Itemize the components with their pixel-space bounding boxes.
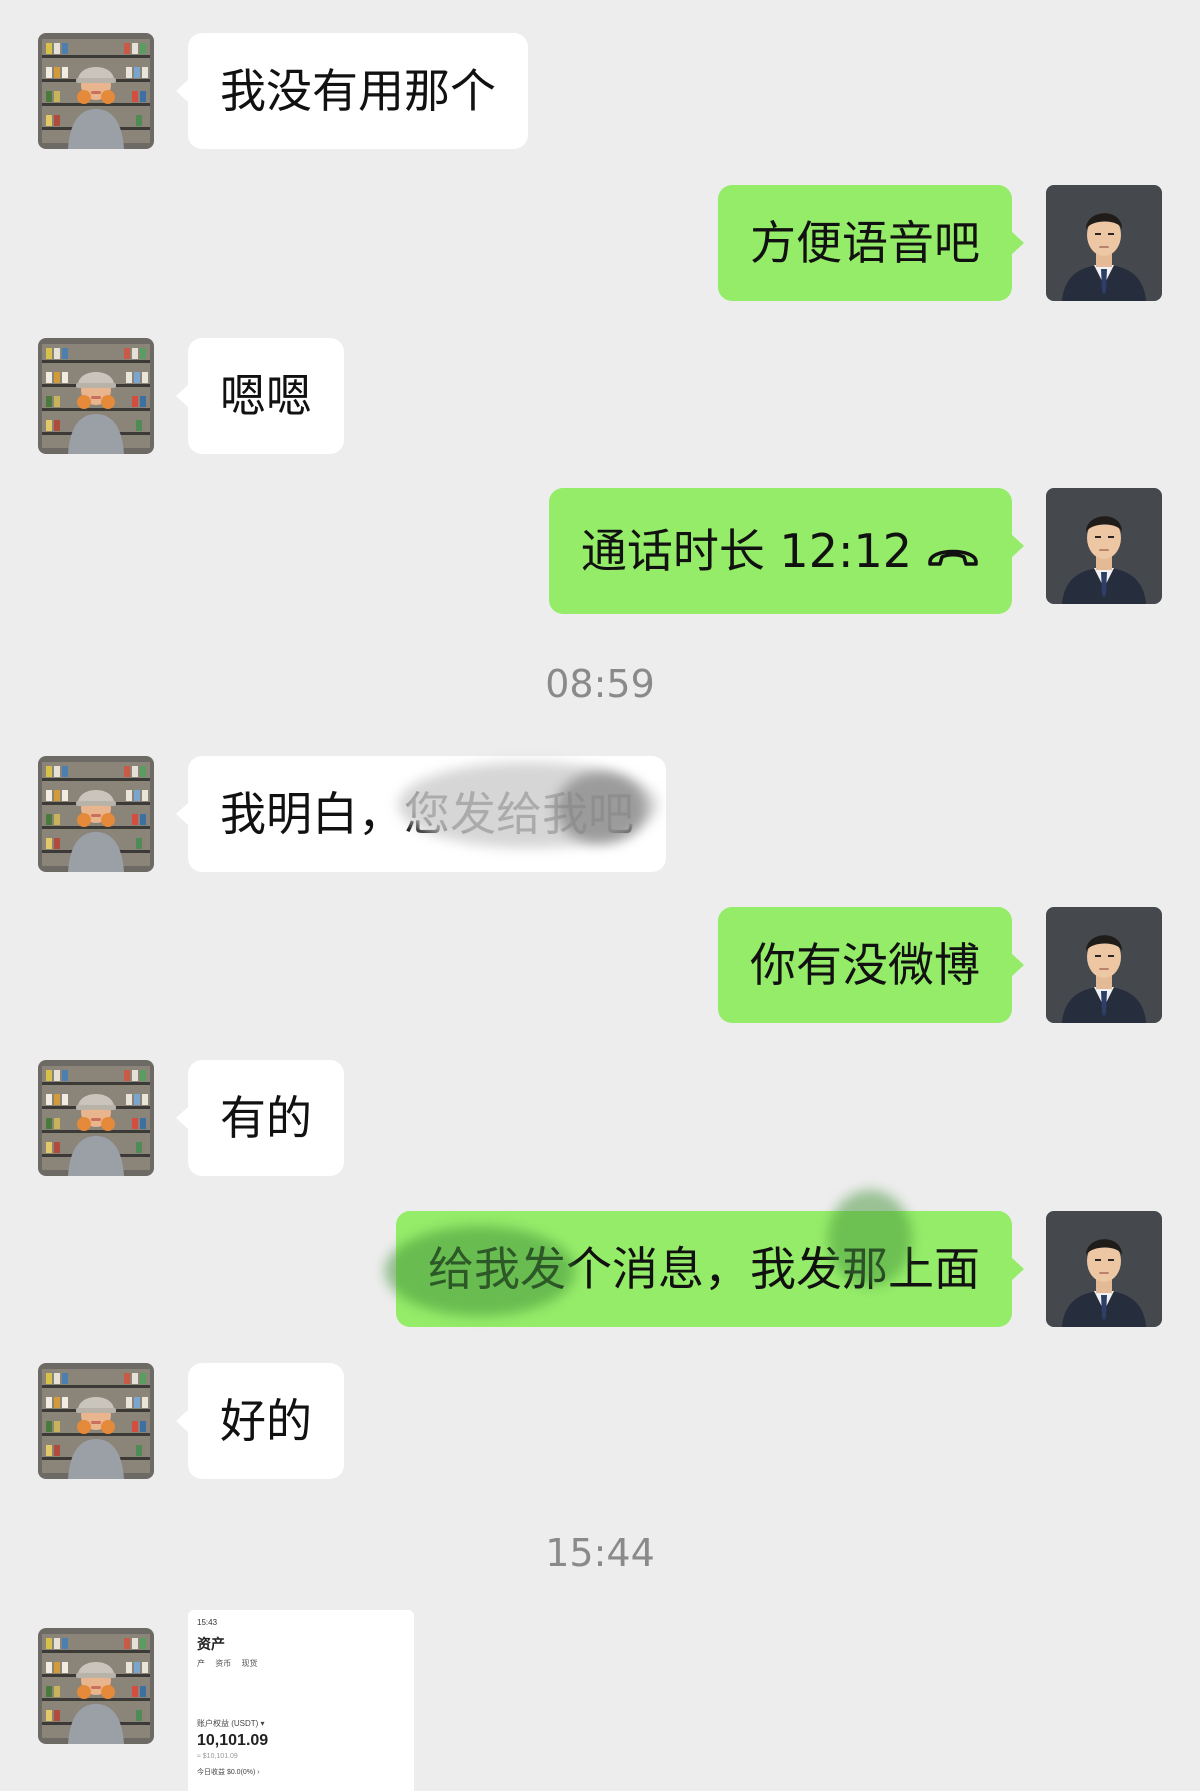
screenshot-status-time: 15:43 — [197, 1618, 218, 1627]
contact-avatar[interactable] — [38, 338, 154, 454]
contact-avatar[interactable] — [38, 1363, 154, 1479]
image-message[interactable]: 15:43 资产 产 资币 现货 账户权益 (USDT) ▾ 10,101.09… — [188, 1610, 414, 1791]
message-row — [0, 1628, 1200, 1744]
screenshot-today-pnl: 今日收益 $0.0(0%) › — [197, 1769, 260, 1776]
call-duration-text: 通话时长 12:12 — [580, 524, 912, 578]
my-avatar[interactable] — [1046, 185, 1162, 301]
message-row: 我没有用那个 — [0, 33, 1200, 149]
phone-hangup-icon — [926, 489, 980, 615]
my-avatar[interactable] — [1046, 488, 1162, 604]
chat-timestamp: 08:59 — [545, 662, 655, 706]
outgoing-message-bubble[interactable]: 方便语音吧 — [718, 185, 1024, 301]
screenshot-title: 资产 — [197, 1636, 225, 1652]
contact-avatar[interactable] — [38, 756, 154, 872]
outgoing-message-bubble[interactable]: 你有没微博 — [718, 907, 1024, 1023]
my-avatar[interactable] — [1046, 1211, 1162, 1327]
contact-avatar[interactable] — [38, 33, 154, 149]
message-row: 我明白，您发给我吧 — [0, 756, 1200, 872]
incoming-message-bubble[interactable]: 嗯嗯 — [176, 338, 344, 454]
call-record-bubble[interactable]: 通话时长 12:12 — [548, 488, 1025, 615]
contact-avatar[interactable] — [38, 1628, 154, 1744]
contact-avatar[interactable] — [38, 1060, 154, 1176]
chat-timestamp: 15:44 — [545, 1531, 655, 1575]
outgoing-message-bubble[interactable]: 给我发个消息，我发那上面 — [396, 1211, 1024, 1327]
message-row: 嗯嗯 — [0, 338, 1200, 454]
message-row: 通话时长 12:12 — [0, 488, 1200, 614]
screenshot-equity-label: 账户权益 (USDT) ▾ — [197, 1719, 265, 1728]
message-row: 好的 — [0, 1363, 1200, 1479]
screenshot-equity-sub: ≈ $10,101.09 — [197, 1753, 238, 1760]
screenshot-equity-value: 10,101.09 — [197, 1732, 269, 1749]
my-avatar[interactable] — [1046, 907, 1162, 1023]
incoming-message-bubble[interactable]: 有的 — [176, 1060, 344, 1176]
message-row: 给我发个消息，我发那上面 — [0, 1211, 1200, 1327]
incoming-message-bubble[interactable]: 好的 — [176, 1363, 344, 1479]
message-row: 有的 — [0, 1060, 1200, 1176]
message-row: 你有没微博 — [0, 907, 1200, 1023]
incoming-message-bubble[interactable]: 我没有用那个 — [176, 33, 528, 149]
incoming-message-bubble[interactable]: 我明白，您发给我吧 — [176, 756, 666, 872]
screenshot-tabs: 产 资币 现货 — [197, 1659, 258, 1668]
message-row: 方便语音吧 — [0, 185, 1200, 301]
